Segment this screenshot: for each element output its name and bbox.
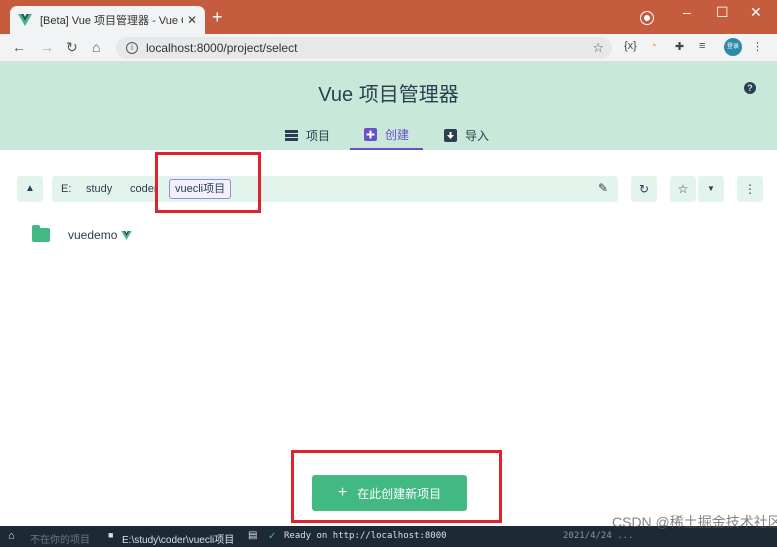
app-header: Vue 项目管理器 ? 项目 创建 导入 <box>0 62 777 150</box>
back-arrow-icon[interactable]: ← <box>12 39 26 55</box>
status-folder-icon: ■ <box>108 530 114 540</box>
caret-down-icon: ▼ <box>707 184 715 193</box>
folder-item-vuedemo[interactable]: vuedemo <box>32 225 133 242</box>
tab-close-icon[interactable]: ✕ <box>187 13 197 27</box>
import-icon <box>444 128 457 142</box>
status-project-label[interactable]: 不在你的项目 <box>30 531 90 546</box>
profile-avatar[interactable]: 登录 <box>724 38 742 56</box>
status-ready-text: Ready on http://localhost:8000 <box>284 531 447 541</box>
path-segment-coder[interactable]: coder <box>130 181 158 197</box>
page-title: Vue 项目管理器 <box>318 84 459 106</box>
new-tab-button[interactable]: + <box>212 8 223 26</box>
vue-logo-icon <box>18 14 32 26</box>
status-path[interactable]: E:\study\coder\vuecli项目 <box>122 531 234 546</box>
reload-icon[interactable]: ↻ <box>66 39 78 55</box>
browser-tab[interactable]: [Beta] Vue 项目管理器 - Vue CLI ✕ <box>10 6 205 34</box>
tab-create-label: 创建 <box>385 127 410 142</box>
maximize-button[interactable]: ☐ <box>716 4 729 21</box>
tab-projects-label: 项目 <box>306 128 331 143</box>
tab-create[interactable]: 创建 <box>350 120 424 150</box>
browser-toolbar: ← → ↻ ⌂ i localhost:8000/project/select … <box>0 34 777 62</box>
forward-arrow-icon[interactable]: → <box>40 39 54 55</box>
edit-path-pencil-icon[interactable]: ✎ <box>598 181 608 195</box>
status-datetime: 2021/4/24 ... <box>563 531 634 541</box>
browser-title-bar: [Beta] Vue 项目管理器 - Vue CLI ✕ + – ☐ ✕ <box>0 0 777 34</box>
browser-menu-icon[interactable]: ⋮ <box>752 40 763 53</box>
folder-name: vuedemo <box>68 228 118 242</box>
path-segment-study[interactable]: study <box>86 181 112 197</box>
tab-import[interactable]: 导入 <box>444 120 489 150</box>
more-vertical-icon: ⋮ <box>744 182 756 196</box>
extension-json-icon[interactable]: {x} <box>624 40 637 52</box>
chevron-up-icon: ▲ <box>25 183 35 194</box>
parent-folder-button[interactable]: ▲ <box>17 176 43 202</box>
path-segment-drive[interactable]: E: <box>61 181 71 197</box>
status-console-icon[interactable]: ▤ <box>248 530 257 541</box>
highlight-box-path <box>155 152 261 213</box>
tab-projects[interactable]: 项目 <box>285 120 330 150</box>
path-breadcrumb: E: study coder vuecli项目 <box>52 176 618 202</box>
status-home-icon[interactable]: ⌂ <box>8 530 15 542</box>
tab-import-label: 导入 <box>465 128 490 143</box>
home-icon[interactable]: ⌂ <box>92 39 100 55</box>
plus-box-icon <box>364 127 377 141</box>
profile-indicator-icon[interactable] <box>641 12 653 24</box>
vue-project-icon <box>121 230 133 240</box>
watermark: CSDN @稀土掘金技术社区 <box>612 514 777 530</box>
list-icon <box>285 129 298 141</box>
highlight-box-create <box>291 450 502 523</box>
reading-list-icon[interactable]: ≡ <box>699 40 705 52</box>
bookmark-star-icon[interactable]: ☆ <box>592 40 604 56</box>
minimize-button[interactable]: – <box>683 4 691 20</box>
site-info-icon[interactable]: i <box>126 42 138 54</box>
url-text: localhost:8000/project/select <box>146 41 298 55</box>
address-bar[interactable]: i localhost:8000/project/select ☆ <box>116 37 612 59</box>
status-check-icon: ✓ <box>268 531 277 542</box>
refresh-icon: ↻ <box>638 182 650 196</box>
favorites-dropdown-button[interactable]: ▼ <box>698 176 724 202</box>
folder-icon <box>32 225 50 242</box>
close-window-button[interactable]: ✕ <box>750 4 762 21</box>
help-icon[interactable]: ? <box>744 82 756 94</box>
favorite-button[interactable]: ☆ <box>670 176 696 202</box>
more-options-button[interactable]: ⋮ <box>737 176 763 202</box>
extension-check-icon[interactable]: ◔ <box>650 40 657 52</box>
tab-title: [Beta] Vue 项目管理器 - Vue CLI <box>40 15 183 27</box>
star-icon: ☆ <box>677 182 689 196</box>
refresh-button[interactable]: ↻ <box>631 176 657 202</box>
extensions-puzzle-icon[interactable]: ✚ <box>675 40 684 53</box>
